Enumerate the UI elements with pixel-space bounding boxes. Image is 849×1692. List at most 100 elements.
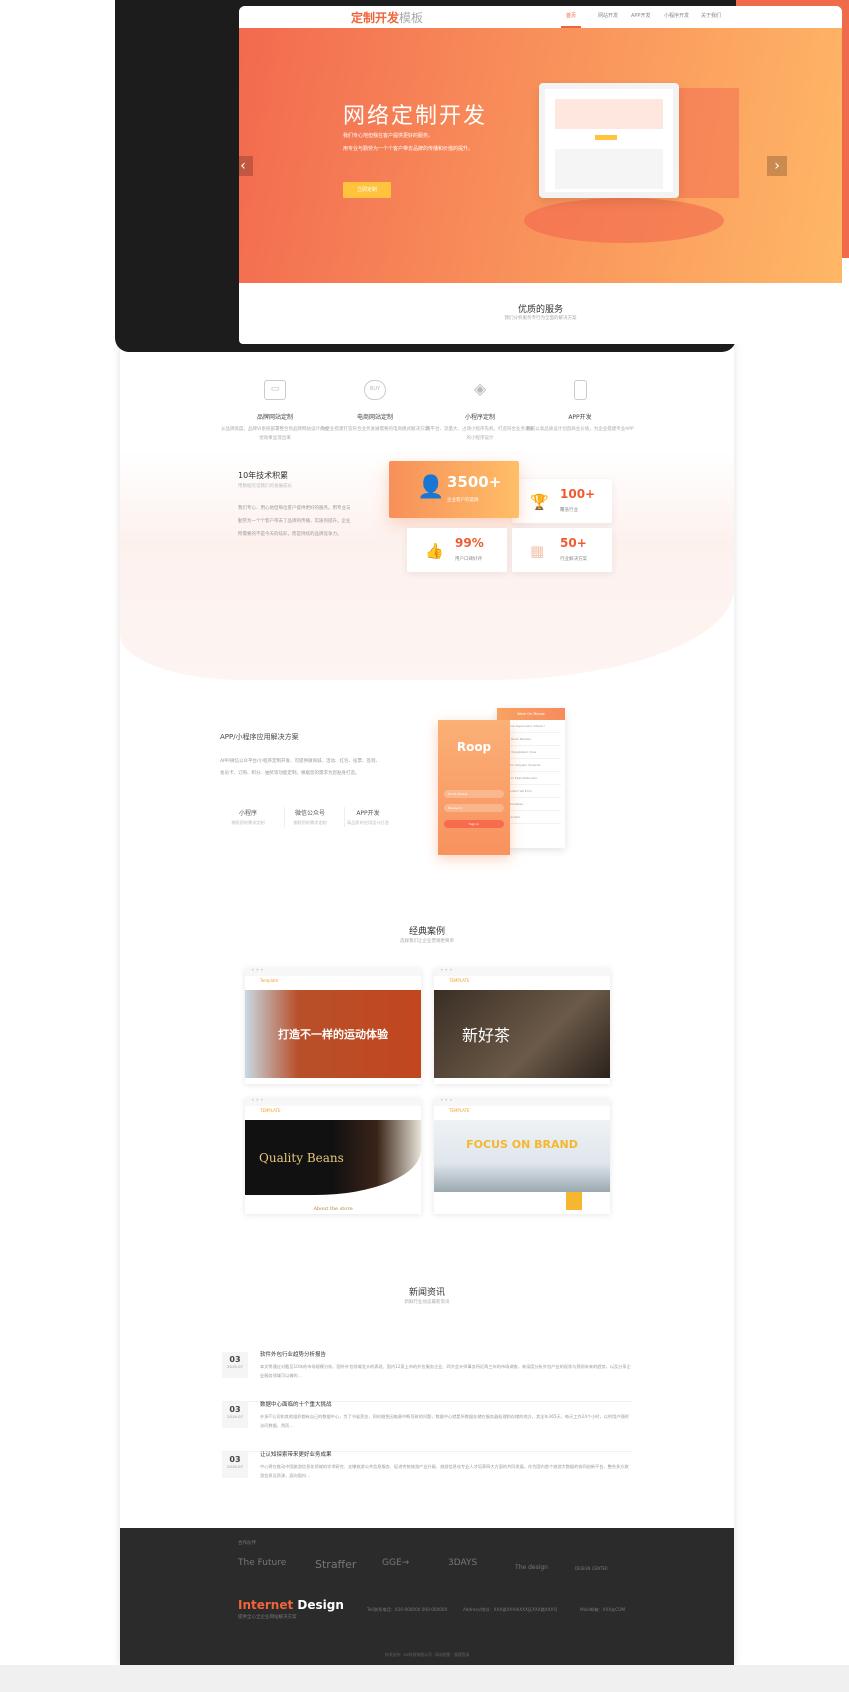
app-col-title: 小程序: [238, 810, 257, 817]
tech-title: 10年技术积累: [238, 471, 289, 480]
tech-text: 我们专心、用心地但每位客户提供更好的服务。用专业与: [238, 506, 351, 511]
page-bottom: [0, 1665, 849, 1692]
phone-icon: [573, 380, 587, 400]
page-board: 优质的服务 ▭品牌网站定制从品牌高度、品牌VI系统部署整合到品牌网站设计的视觉效…: [120, 333, 734, 1665]
cases-subtitle: 选择我们让企业营销更简单: [400, 939, 454, 944]
nav-home[interactable]: 首页: [566, 12, 576, 19]
user-icon: 👤: [417, 475, 445, 500]
stat-value: 100+: [560, 487, 596, 501]
footer-brand: Internet Design: [238, 1598, 344, 1612]
service-desc: 两平台、流量大、占领小程序先机，打造符合业务发展的小程序设计: [426, 427, 534, 441]
news-title-link[interactable]: 让认知探索带来更好业务成果: [260, 1450, 332, 1458]
news-subtitle: 新鲜行业动态最新资讯: [404, 1300, 450, 1305]
case-card[interactable]: ••• TEMPLATE FOCUS ON BRAND: [434, 1098, 610, 1214]
news-item[interactable]: 03 2019-07 软件外包行业趋势分析报告 本文将通过对截至10年的市场规模分析、…: [222, 1352, 632, 1402]
app-col-desc: 按照您的需求定制: [231, 820, 265, 825]
case-card[interactable]: ••• TEMPLATE Quality Beans About the store: [245, 1098, 421, 1214]
stat-card: 👤 3500+ 企业客户的选择: [389, 461, 519, 518]
device-screen: 定制开发模板 首页 网站开发 APP开发 小程序开发 关于我们 网络定制开发 我…: [239, 6, 842, 344]
news-item[interactable]: 03 2019-07 让认知探索带来更好业务成果 中心将在推动中国旅游信息化领域的学术…: [222, 1452, 632, 1502]
nav-web[interactable]: 网站开发: [598, 12, 618, 19]
cases-title: 经典案例: [408, 927, 445, 937]
list-header: Work On Mouse: [497, 708, 565, 720]
stat-value: 99%: [455, 536, 484, 550]
news-desc: 本文将通过对截至10年的市场规模分析、国外外包领域龙头的表现、国内12家上市的外…: [260, 1364, 631, 1378]
footer-slogan: 提供全心全企业网站解决方案: [238, 1615, 297, 1620]
app-col-desc: 高品质的应用设计打造: [347, 820, 389, 825]
footer: 合作伙伴 The Future Straffer GGE→ 3DAYS The …: [120, 1528, 734, 1665]
partner-logo[interactable]: Straffer: [315, 1558, 356, 1571]
stat-label: 行业解决方案: [560, 557, 587, 562]
list-row: Nostrum Exercitationem: [501, 772, 561, 785]
stat-value: 3500+: [447, 473, 502, 491]
news-date: 03 2019-07: [222, 1452, 248, 1478]
partner-logo[interactable]: DESIGN CENTER: [575, 1566, 608, 1571]
site-logo[interactable]: 定制开发模板: [351, 9, 423, 26]
hero-banner: 网络定制开发 我们专心地但我在客户提供更好的服务。 用专业与勤劳为一个个客户带去…: [239, 28, 842, 283]
device-frame: 定制开发模板 首页 网站开发 APP开发 小程序开发 关于我们 网络定制开发 我…: [115, 0, 842, 352]
layers-icon: ◈: [473, 379, 487, 398]
app-col[interactable]: 小程序按照您的需求定制: [218, 808, 278, 826]
app-col-title: 微信公众号: [294, 810, 325, 817]
nav-app[interactable]: APP开发: [631, 12, 650, 19]
services-subtitle: 我们分析服务专行为全面的解决方案: [504, 316, 577, 321]
news-item[interactable]: 03 2019-07 数据中心面临的十个重大挑战许多IT公司和其他组织都有自己的数据…: [222, 1402, 632, 1452]
list-row: Sed Quia Aspernatur Adipisci: [501, 720, 561, 733]
case-brand: TEMPLATE: [260, 1108, 281, 1113]
news-title-link[interactable]: 软件外包行业趋势分析报告: [260, 1350, 326, 1358]
devices-icon: ▭: [264, 380, 286, 400]
nav-about[interactable]: 关于我们: [701, 12, 721, 19]
chevron-right-icon[interactable]: ›: [767, 156, 787, 176]
copyright: 技术支持：XX科技有限公司 · 网站地图 · 管理登录: [384, 1652, 470, 1657]
service-title: APP开发: [568, 414, 592, 421]
partners-label: 合作伙伴: [238, 1541, 256, 1546]
service-item[interactable]: APP开发我们以高品质设计创造商业价值，为企业搭建专业APP: [525, 380, 635, 434]
custom-now-button[interactable]: 立即定制: [343, 182, 391, 198]
phone-signin: Sign in: [444, 820, 504, 828]
service-item[interactable]: BUY 电商网站定制 为企业搭建打造符合业务发展需要的电商模式解决方案: [320, 380, 430, 434]
hero-illustration-screen: [539, 83, 679, 198]
stat-card: 🏆 100+ 覆盖行业: [512, 479, 612, 523]
trophy-icon: 🏆: [530, 493, 549, 511]
case-card[interactable]: ••• TEMPLATE 新好茶: [434, 968, 610, 1084]
list-row: Consequatur: [501, 811, 561, 824]
case-image: FOCUS ON BRAND: [434, 1120, 610, 1192]
hero-title: 网络定制开发: [343, 104, 488, 129]
service-item[interactable]: ▭ 品牌网站定制 从品牌高度、品牌VI系统部署整合到品牌网站设计的视觉效果呈现出来: [220, 380, 330, 443]
app-col[interactable]: 微信公众号按照您的需求定制: [280, 808, 340, 826]
stat-label: 用户口碑好评: [455, 557, 482, 562]
news-title: 新闻资讯: [408, 1288, 445, 1298]
service-item[interactable]: ◈ 小程序定制两平台、流量大、占领小程序先机，打造符合业务发展的小程序设计: [425, 380, 535, 443]
app-col-title: APP开发: [356, 810, 380, 817]
chevron-left-icon[interactable]: ‹: [239, 156, 253, 176]
service-title: 小程序定制: [464, 414, 495, 421]
phone-mockup-login: Roop Email Adress Password Sign in: [438, 720, 510, 855]
news-title-link[interactable]: 数据中心面临的十个重大挑战: [260, 1400, 332, 1408]
footer-address: Address/地址：XXX省XXX市XXX区XXX路XXX号: [463, 1607, 558, 1612]
nav-miniprogram[interactable]: 小程序开发: [664, 12, 689, 19]
news-desc: 许多IT公司和其他组织都有自己的数据中心，为了节省资金，同时避免因电源中断导致的…: [260, 1414, 629, 1428]
service-desc: 我们以高品质设计创造商业价值，为企业搭建专业APP: [526, 427, 634, 432]
list-row: Nihil Molestiae: [501, 798, 561, 811]
hero-text: 我们专心地但我在客户提供更好的服务。: [343, 133, 434, 139]
phone-field: Email Adress: [444, 790, 504, 798]
footer-tel: Tel/联系电话：020-000000 000-000000: [367, 1607, 448, 1612]
app-col-desc: 按照您的需求定制: [293, 820, 327, 825]
case-card[interactable]: ••• Template 打造不一样的运动体验: [245, 968, 421, 1084]
case-image: 打造不一样的运动体验: [245, 990, 421, 1078]
phone-field: Password: [444, 804, 504, 812]
stat-card: 👍 99% 用户口碑好评: [407, 528, 507, 572]
partner-logo[interactable]: The Future: [238, 1558, 286, 1568]
case-caption: About the store: [313, 1206, 353, 1212]
partner-logo[interactable]: The design: [515, 1564, 548, 1571]
partner-logo[interactable]: 3DAYS: [448, 1558, 477, 1568]
hero-illustration-island: [524, 198, 724, 243]
hero-text: 用专业与勤劳为一个个客户带去品牌的传播和价值的提升。: [343, 146, 474, 152]
stat-value: 50+: [560, 536, 587, 550]
service-title: 电商网站定制: [356, 414, 393, 421]
partner-logo[interactable]: GGE→: [382, 1558, 409, 1568]
news-date: 03 2019-07: [222, 1402, 248, 1428]
service-desc: 为企业搭建打造符合业务发展需要的电商模式解决方案: [321, 427, 429, 432]
app-col[interactable]: APP开发高品质的应用设计打造: [338, 808, 398, 826]
services-title-preview: 优质的服务: [517, 305, 563, 315]
